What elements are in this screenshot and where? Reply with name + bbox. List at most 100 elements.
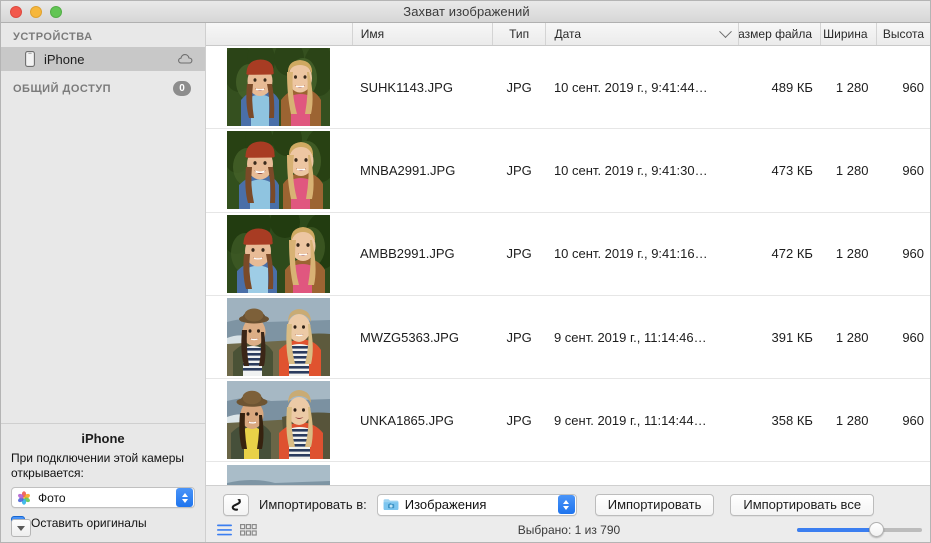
- sidebar-section-shared-header-row: ОБЩИЙ ДОСТУП 0: [1, 71, 205, 100]
- thumbnail-cell: [206, 129, 352, 211]
- cell-file-size: 391 КБ: [771, 329, 813, 345]
- photos-app-icon: [17, 490, 31, 505]
- column-header-date-label: Дата: [554, 27, 582, 41]
- default-app-popup-button[interactable]: Фото: [11, 487, 195, 508]
- cloud-icon[interactable]: [178, 52, 195, 67]
- destination-popup-button[interactable]: Изображения: [376, 493, 577, 516]
- bottom-toolbar: Импортировать в: Изображения Импортирова…: [206, 485, 930, 542]
- rotate-left-icon[interactable]: [223, 493, 249, 516]
- cell-date: 9 сент. 2019 г., 11:14:44…: [553, 412, 707, 428]
- table-row[interactable]: UNKA1865.JPG JPG 9 сент. 2019 г., 11:14:…: [206, 379, 930, 463]
- photo-thumbnail-coast[interactable]: [227, 464, 331, 487]
- destination-popup-stepper-icon[interactable]: [557, 495, 575, 514]
- column-header-thumbnail[interactable]: [206, 23, 353, 45]
- thumbnail-cell: [206, 379, 352, 461]
- column-header-height[interactable]: Высота: [877, 23, 930, 45]
- iphone-icon: [23, 51, 36, 67]
- cell-name: UNKA1865.JPG: [359, 412, 454, 428]
- table-header: Имя Тип Дата Размер файла Ширина Высота: [206, 23, 930, 46]
- status-row: Выбрано: 1 из 790: [206, 518, 930, 542]
- cell-date: 9 сент. 2019 г., 11:14:46…: [553, 329, 707, 345]
- shared-count-badge: 0: [173, 81, 191, 96]
- disclosure-triangle-icon[interactable]: [11, 519, 31, 537]
- cell-height: 960: [902, 162, 925, 178]
- file-list[interactable]: SUHK1143.JPG JPG 10 сент. 2019 г., 9:41:…: [206, 46, 930, 487]
- import-button[interactable]: Импортировать: [594, 493, 715, 516]
- cell-width: 1 280: [835, 162, 869, 178]
- cell-type: JPG: [506, 162, 532, 178]
- thumbnail-size-slider[interactable]: [797, 522, 922, 538]
- photo-thumbnail-forest[interactable]: [227, 48, 331, 127]
- cell-type: JPG: [506, 79, 532, 95]
- cell-name: AMBB2991.JPG: [359, 246, 455, 262]
- minimize-button[interactable]: [30, 6, 42, 18]
- cell-file-size: [739, 462, 821, 487]
- view-mode-toggles: [217, 524, 257, 536]
- cell-type: [492, 462, 546, 487]
- photo-thumbnail-forest[interactable]: [227, 131, 331, 210]
- column-header-file-size[interactable]: Размер файла: [739, 23, 822, 45]
- cell-type: JPG: [506, 246, 532, 262]
- cell-height: 960: [902, 412, 925, 428]
- cell-width: 1 280: [835, 412, 869, 428]
- cell-height: [876, 462, 930, 487]
- default-app-popup-value: Фото: [38, 490, 66, 505]
- cell-file-size: 472 КБ: [771, 246, 813, 262]
- destination-popup-value: Изображения: [404, 497, 487, 512]
- thumbnail-cell: [206, 462, 352, 487]
- thumbnail-cell: [206, 296, 352, 378]
- cell-date: 10 сент. 2019 г., 9:41:16…: [553, 246, 708, 262]
- table-row[interactable]: MWZG5363.JPG JPG 9 сент. 2019 г., 11:14:…: [206, 296, 930, 380]
- traffic-light-controls: [10, 1, 62, 23]
- cell-type: JPG: [506, 329, 532, 345]
- photo-thumbnail-coast[interactable]: [227, 298, 331, 377]
- cell-date: 10 сент. 2019 г., 9:41:30…: [553, 162, 708, 178]
- list-view-icon[interactable]: [217, 524, 232, 536]
- table-row[interactable]: MNBA2991.JPG JPG 10 сент. 2019 г., 9:41:…: [206, 129, 930, 213]
- cell-date: 10 сент. 2019 г., 9:41:44…: [553, 79, 708, 95]
- zoom-button[interactable]: [50, 6, 62, 18]
- thumbnail-cell: [206, 46, 352, 128]
- image-capture-window: Захват изображений УСТРОЙСТВА iPhone ОБЩ…: [0, 0, 931, 543]
- cell-file-size: 489 КБ: [771, 79, 813, 95]
- cell-name: SUHK1143.JPG: [359, 79, 453, 95]
- cell-name: MWZG5363.JPG: [359, 329, 459, 345]
- cell-width: 1 280: [835, 246, 869, 262]
- column-header-type[interactable]: Тип: [493, 23, 547, 45]
- sidebar-item-iphone[interactable]: iPhone: [1, 47, 205, 71]
- column-header-date[interactable]: Дата: [546, 23, 740, 45]
- device-info-pane: iPhone При подключении этой камеры откры…: [1, 423, 205, 542]
- sidebar-section-shared-header: ОБЩИЙ ДОСТУП: [13, 82, 112, 95]
- cell-height: 960: [902, 79, 925, 95]
- import-all-button[interactable]: Импортировать все: [730, 493, 875, 516]
- default-app-popup-stepper-icon[interactable]: [176, 488, 193, 507]
- column-header-name[interactable]: Имя: [353, 23, 493, 45]
- table-row[interactable]: [206, 462, 930, 487]
- pictures-folder-icon: [383, 498, 399, 511]
- table-row[interactable]: AMBB2991.JPG JPG 10 сент. 2019 г., 9:41:…: [206, 213, 930, 296]
- cell-height: 960: [902, 329, 925, 345]
- cell-height: 960: [902, 246, 925, 262]
- column-header-width[interactable]: Ширина: [821, 23, 877, 45]
- device-info-name: iPhone: [81, 431, 125, 446]
- photo-thumbnail-coast[interactable]: [227, 381, 331, 460]
- cell-width: [821, 462, 877, 487]
- thumbnail-cell: [206, 213, 352, 295]
- cell-name: MNBA2991.JPG: [359, 162, 456, 178]
- table-row[interactable]: SUHK1143.JPG JPG 10 сент. 2019 г., 9:41:…: [206, 46, 930, 130]
- cell-date: [546, 462, 739, 487]
- slider-knob[interactable]: [869, 522, 884, 537]
- slider-fill: [797, 528, 875, 532]
- close-button[interactable]: [10, 6, 22, 18]
- keep-originals-row[interactable]: Оставить оригиналы: [11, 516, 195, 530]
- cell-width: 1 280: [835, 79, 869, 95]
- chevron-down-icon: [719, 24, 733, 38]
- sidebar: УСТРОЙСТВА iPhone ОБЩИЙ ДОСТУП 0 iPhone: [1, 23, 206, 542]
- resize-grip[interactable]: [916, 528, 930, 542]
- grid-view-icon[interactable]: [240, 524, 257, 536]
- photo-thumbnail-forest[interactable]: [227, 214, 331, 293]
- sidebar-section-devices-header: УСТРОЙСТВА: [13, 31, 93, 43]
- cell-type: JPG: [506, 412, 532, 428]
- sidebar-item-iphone-label: iPhone: [44, 51, 85, 67]
- cell-width: 1 280: [835, 329, 869, 345]
